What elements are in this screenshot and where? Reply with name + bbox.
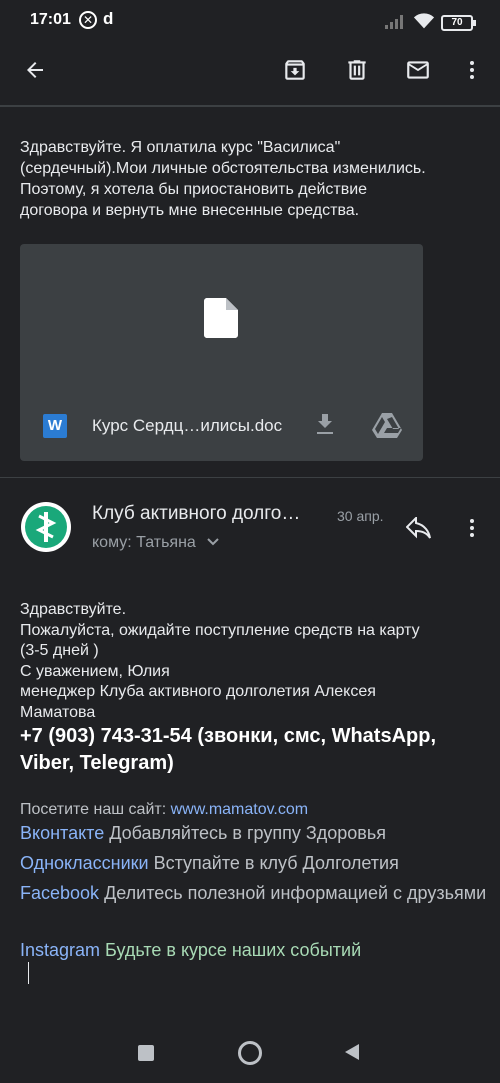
message-more-button[interactable] — [452, 508, 492, 548]
archive-icon — [285, 60, 305, 80]
signal-icon — [385, 13, 407, 34]
instagram-link[interactable]: Instagram — [20, 940, 100, 960]
social-text: Будьте в курсе наших событий — [100, 940, 362, 960]
word-doc-icon: W — [43, 414, 67, 438]
body-line: Поэтому, я хотела бы приостановить дейст… — [20, 181, 368, 198]
download-button[interactable] — [313, 412, 337, 443]
recents-button[interactable] — [138, 1045, 154, 1061]
website-link[interactable]: www.mamatov.com — [171, 801, 309, 818]
file-icon — [204, 298, 238, 343]
social-line: Facebook Делитесь полезной информацией с… — [20, 878, 490, 908]
social-text: Добавляйтесь в группу Здоровья — [104, 823, 386, 843]
body-line: С уважением, Юлия — [20, 662, 170, 680]
reply-button[interactable] — [399, 508, 439, 548]
attachment-filename: Курс Сердц…илисы.doc — [92, 416, 283, 435]
body-line: менеджер Клуба активного долголетия Алек… — [20, 683, 376, 700]
save-to-drive-button[interactable] — [372, 412, 402, 443]
body-line: (3-5 дней ) — [20, 642, 99, 659]
chevron-down-icon — [207, 538, 219, 546]
status-letter: d — [103, 9, 114, 28]
delete-button[interactable] — [337, 50, 377, 90]
notification-icon: ✕ — [79, 11, 97, 29]
attachment-card[interactable]: W Курс Сердц…илисы.doc — [20, 244, 423, 461]
status-time: 17:01 — [30, 11, 71, 28]
back-arrow-icon — [27, 62, 43, 78]
drive-icon — [372, 413, 402, 438]
toolbar-divider — [0, 105, 500, 107]
social-text: Делитесь полезной информацией с друзьями — [99, 883, 487, 903]
download-icon — [317, 414, 333, 434]
body-line: Пожалуйста, ожидайте поступление средств… — [20, 621, 420, 639]
home-button[interactable] — [238, 1041, 262, 1065]
sender-name[interactable]: Клуб активного долго… — [92, 503, 300, 525]
body-line: Маматова — [20, 703, 96, 721]
body-line: (сердечный).Мои личные обстоятельства из… — [20, 160, 426, 177]
facebook-link[interactable]: Facebook — [20, 883, 99, 903]
more-vert-icon — [470, 519, 474, 537]
mark-unread-button[interactable] — [398, 50, 438, 90]
message-body: Здравствуйте. Я оплатила курс "Василиса"… — [20, 137, 485, 221]
battery-icon: 70 — [441, 15, 476, 31]
reply-icon — [406, 517, 431, 539]
social-line: Одноклассники Вступайте в клуб Долголети… — [20, 848, 490, 878]
more-vert-icon — [470, 61, 474, 79]
recipient-text: кому: Татьяна — [92, 534, 196, 551]
back-button[interactable] — [15, 50, 55, 90]
mail-icon — [407, 61, 429, 79]
triangle-back-icon — [345, 1044, 359, 1060]
recipient-line[interactable]: кому: Татьяна — [92, 534, 220, 552]
archive-button[interactable] — [275, 50, 315, 90]
wifi-icon — [413, 12, 435, 35]
phone-number[interactable]: +7 (903) 743-31-54 (звонки, смс, WhatsAp… — [20, 723, 490, 777]
body-line: Здравствуйте. — [20, 601, 127, 618]
reply-body: Здравствуйте. Пожалуйста, ожидайте посту… — [20, 600, 485, 723]
social-text: Вступайте в клуб Долголетия — [148, 853, 399, 873]
message-date: 30 апр. — [337, 508, 384, 524]
back-nav-button[interactable] — [344, 1043, 360, 1066]
website-prefix: Посетите наш сайт: — [20, 801, 171, 818]
vkontakte-link[interactable]: Вконтакте — [20, 823, 104, 843]
body-line: договора и вернуть мне внесенные средств… — [20, 202, 360, 219]
delete-icon — [348, 60, 366, 80]
message-separator — [0, 477, 500, 478]
social-line: Instagram Будьте в курсе наших событий — [20, 935, 490, 965]
club-logo-icon — [35, 512, 57, 542]
odnoklassniki-link[interactable]: Одноклассники — [20, 853, 149, 873]
social-line: Вконтакте Добавляйтесь в группу Здоровья — [20, 818, 490, 848]
avatar[interactable] — [21, 502, 71, 552]
body-line: Здравствуйте. Я оплатила курс "Василиса" — [20, 139, 341, 156]
more-options-button[interactable] — [452, 50, 492, 90]
text-cursor — [28, 962, 29, 984]
